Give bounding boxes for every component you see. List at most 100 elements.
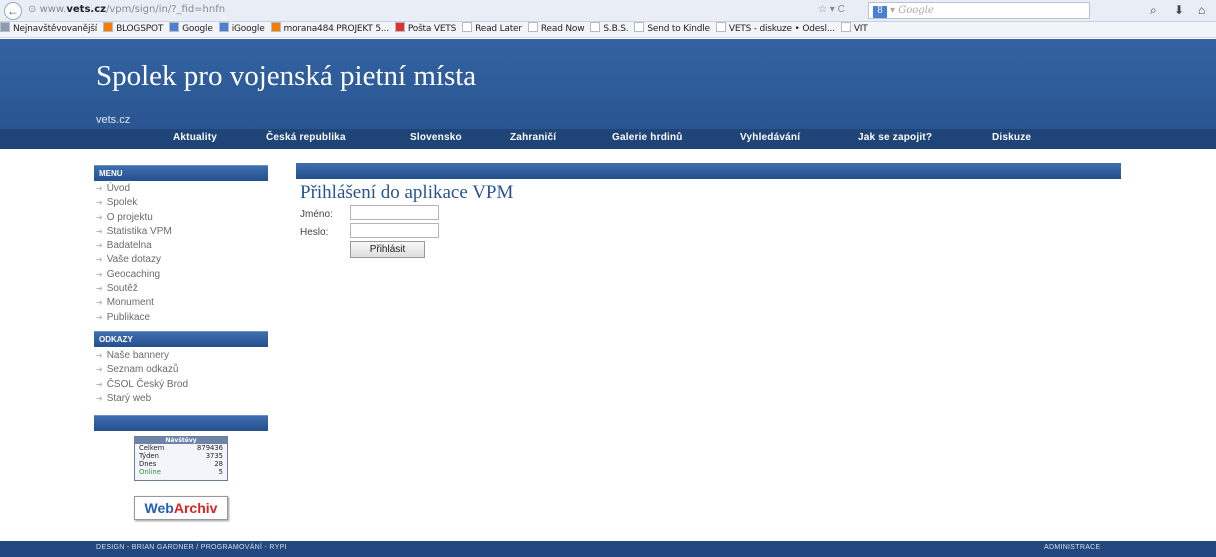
search-input[interactable]: 8 ▾ Google [868,2,1090,19]
username-label: Jméno: [300,209,333,220]
webarchiv-badge[interactable]: WebArchiv [134,496,228,520]
nav-item[interactable]: Vyhledávání [740,132,800,143]
nav-item[interactable]: Česká republika [266,132,346,143]
sidebar-link[interactable]: Starý web [96,392,188,406]
counter-value: 28 [214,460,223,468]
webarchiv-archiv: Archiv [173,500,218,516]
bookmark-item[interactable]: BLOGSPOT [103,22,163,37]
login-button[interactable]: Přihlásit [350,241,425,258]
bookmark-label: BLOGSPOT [116,24,164,34]
bookmark-label: Read Later [475,24,522,34]
sidebar-link[interactable]: Naše bannery [96,349,188,363]
site-title[interactable]: Spolek pro vojenská pietní místa [96,62,556,91]
admin-link[interactable]: ADMINISTRACE [1044,544,1101,551]
bookmark-label: morana484 PROJEKT 5... [283,24,390,34]
bookmark-item[interactable]: Google [169,22,213,37]
links-list: Naše bannerySeznam odkazůČSOL Český Brod… [96,349,188,406]
menu-list: ÚvodSpolekO projektuStatistika VPMBadate… [96,182,172,325]
bookmark-item[interactable]: Pošta VETS [394,22,457,37]
search-placeholder: Google [898,5,934,16]
sidebar-link[interactable]: Statistika VPM [96,225,172,239]
sidebar-link[interactable]: ČSOL Český Brod [96,378,188,392]
links-heading: ODKAZY [94,331,268,347]
url-actions: ☆ ▾ C [818,4,845,15]
bookmark-label: iGoogle [231,24,265,34]
nav-item[interactable]: Slovensko [410,132,462,143]
blogger-icon [270,22,281,32]
sidebar-link[interactable]: Monument [96,296,172,310]
main-navigation: Aktuality Česká republika Slovensko Zahrani… [0,129,1216,149]
nav-item[interactable]: Diskuze [992,132,1031,143]
bookmarks-bar: Nejnavštěvovanější BLOGSPOT Google iGoogle m… [0,22,1216,38]
site-url: vets.cz [96,114,131,126]
sidebar-link[interactable]: Vaše dotazy [96,253,172,267]
url-path: /vpm/sign/in/?_fid=hnfn [105,4,226,15]
bookmark-item[interactable]: Send to Kindle [634,22,710,37]
counter-heading [94,415,268,431]
counter-row: Dnes 28 [135,460,227,468]
counter-value: 5 [218,468,223,476]
counter-value: 3735 [205,452,223,460]
page-icon [715,22,726,32]
bookmark-label: Read Now [540,24,585,34]
bookmark-item[interactable]: Read Now [527,22,585,37]
bookmark-label: Pošta VETS [407,24,457,34]
nav-item[interactable]: Aktuality [173,132,217,143]
browser-address-bar: ← ⊙ www.vets.cz/vpm/sign/in/?_fid=hnfn ☆… [0,0,1216,22]
webarchiv-web: Web [144,500,174,516]
counter-title: Návštěvy [135,437,227,444]
counter-value: 879436 [197,444,223,452]
counter-label: Online [139,468,161,476]
counter-label: Týden [139,452,159,460]
back-arrow-icon[interactable]: ← [4,2,22,20]
bookmark-item[interactable]: S.B.S. [590,22,629,37]
counter-row: Celkem 879436 [135,444,227,452]
bookmark-label: VETS - diskuze • Odesl... [728,24,835,34]
star-icon[interactable]: ☆ [818,4,827,15]
sidebar-link[interactable]: Spolek [96,196,172,210]
sidebar-link[interactable]: O projektu [96,211,172,225]
blogger-icon [103,22,114,32]
page-icon [634,22,645,32]
dropdown-icon[interactable]: ▾ [830,4,835,15]
bookmark-item[interactable]: Nejnavštěvovanější [0,22,97,37]
download-icon[interactable]: ⬇ [1174,3,1184,17]
sidebar-link[interactable]: Geocaching [96,268,172,282]
magnifier-icon[interactable]: ⌕ [1150,3,1157,18]
counter-row: Týden 3735 [135,452,227,460]
footer: DESIGN - BRIAN GARDNER / PROGRAMOVÁNÍ - … [0,541,1216,557]
google-icon [218,22,229,32]
bookmark-label: Send to Kindle [647,24,710,34]
reload-icon[interactable]: C [838,4,845,15]
bookmark-item[interactable]: Read Later [462,22,522,37]
sidebar-link[interactable]: Soutěž [96,282,172,296]
bookmark-label: VIT [853,24,868,34]
nav-item[interactable]: Galerie hrdinů [612,132,683,143]
bookmark-item[interactable]: iGoogle [218,22,265,37]
bookmark-item[interactable]: VIT [840,22,868,37]
nav-item[interactable]: Zahraničí [510,132,556,143]
password-input[interactable] [350,223,439,238]
bookmark-item[interactable]: morana484 PROJEKT 5... [270,22,390,37]
counter-row: Online 5 [135,468,227,476]
sidebar-link[interactable]: Badatelna [96,239,172,253]
password-label: Heslo: [300,227,329,238]
page-title: Přihlášení do aplikace VPM [300,182,514,203]
content-header-bar [296,163,1121,179]
sidebar-link[interactable]: Úvod [96,182,172,196]
sidebar-link[interactable]: Seznam odkazů [96,363,188,377]
sidebar-link[interactable]: Publikace [96,311,172,325]
nav-item[interactable]: Jak se zapojit? [858,132,932,143]
url-prefix: www. [39,4,67,15]
footer-credits[interactable]: DESIGN - BRIAN GARDNER / PROGRAMOVÁNÍ - … [96,544,287,551]
url-field[interactable]: ⊙ www.vets.cz/vpm/sign/in/?_fid=hnfn [28,4,225,15]
username-input[interactable] [350,205,439,220]
home-icon[interactable]: ⌂ [1198,3,1205,17]
gmail-icon [394,22,405,32]
page-icon [590,22,601,32]
bookmark-label: Nejnavštěvovanější [13,24,98,34]
bookmark-label: S.B.S. [603,24,629,34]
page-icon [840,22,851,32]
visit-counter[interactable]: Návštěvy Celkem 879436 Týden 3735 Dnes 28 Onli… [134,436,228,481]
bookmark-item[interactable]: VETS - diskuze • Odesl... [715,22,835,37]
